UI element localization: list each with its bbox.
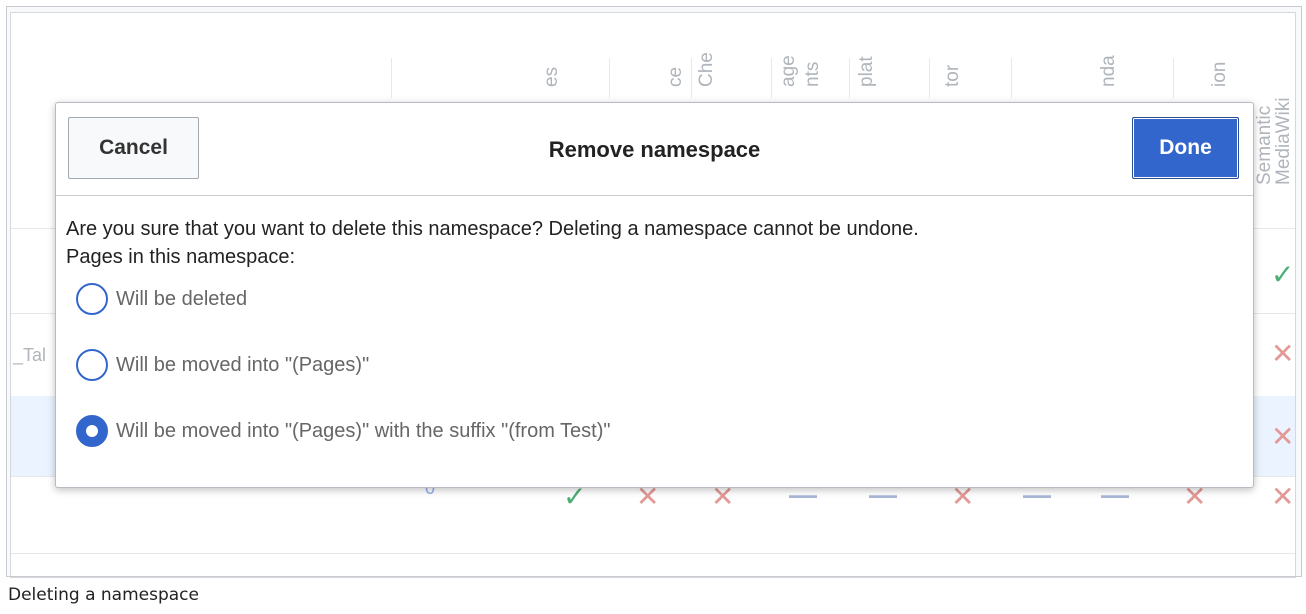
caption-divider (6, 576, 1301, 577)
option-move-pages[interactable]: Will be moved into "(Pages)" (76, 349, 369, 381)
option-label: Will be moved into "(Pages)" with the su… (116, 419, 611, 442)
remove-namespace-dialog: Cancel Remove namespace Done Are you sur… (55, 102, 1254, 488)
dialog-header: Cancel Remove namespace Done (56, 103, 1253, 196)
cross-icon: ✕ (1271, 481, 1295, 512)
header-separator (691, 58, 692, 98)
column-header: nda (1098, 55, 1119, 87)
check-icon: ✓ (1271, 259, 1295, 290)
radio-button[interactable] (76, 349, 108, 381)
header-separator (771, 58, 772, 98)
header-separator (609, 58, 610, 98)
column-header: nts (802, 61, 823, 87)
cross-icon: ✕ (1271, 338, 1295, 369)
column-header: age (778, 55, 799, 87)
column-header: plat (856, 56, 877, 87)
row-divider (11, 553, 1295, 554)
column-header: tor (942, 64, 963, 87)
namespace-name-fragment: _Tal (13, 345, 47, 365)
header-separator (929, 58, 930, 98)
header-separator (1173, 58, 1174, 98)
option-label: Will be deleted (116, 287, 248, 310)
cross-icon: ✕ (1271, 421, 1295, 452)
figure-caption: Deleting a namespace (8, 585, 199, 605)
column-header: ion (1209, 61, 1230, 87)
column-header: Che (696, 52, 717, 87)
column-header: ce (665, 66, 686, 87)
option-delete-pages[interactable]: Will be deleted (76, 283, 247, 315)
dialog-title: Remove namespace (548, 137, 761, 162)
done-button[interactable]: Done (1132, 117, 1239, 179)
column-header: MediaWiki (1273, 97, 1294, 185)
header-separator (1011, 58, 1012, 98)
warning-text: Are you sure that you want to delete thi… (66, 218, 919, 240)
header-separator (849, 58, 850, 98)
options-intro: Pages in this namespace: (66, 246, 296, 268)
option-move-pages-with-suffix[interactable]: Will be moved into "(Pages)" with the su… (76, 415, 611, 447)
column-header: es (541, 66, 562, 87)
option-label: Will be moved into "(Pages)" (116, 353, 370, 376)
radio-button[interactable] (76, 283, 108, 315)
header-separator (391, 58, 392, 98)
dialog-message: Are you sure that you want to delete thi… (66, 215, 919, 271)
radio-button-selected[interactable] (76, 415, 108, 447)
